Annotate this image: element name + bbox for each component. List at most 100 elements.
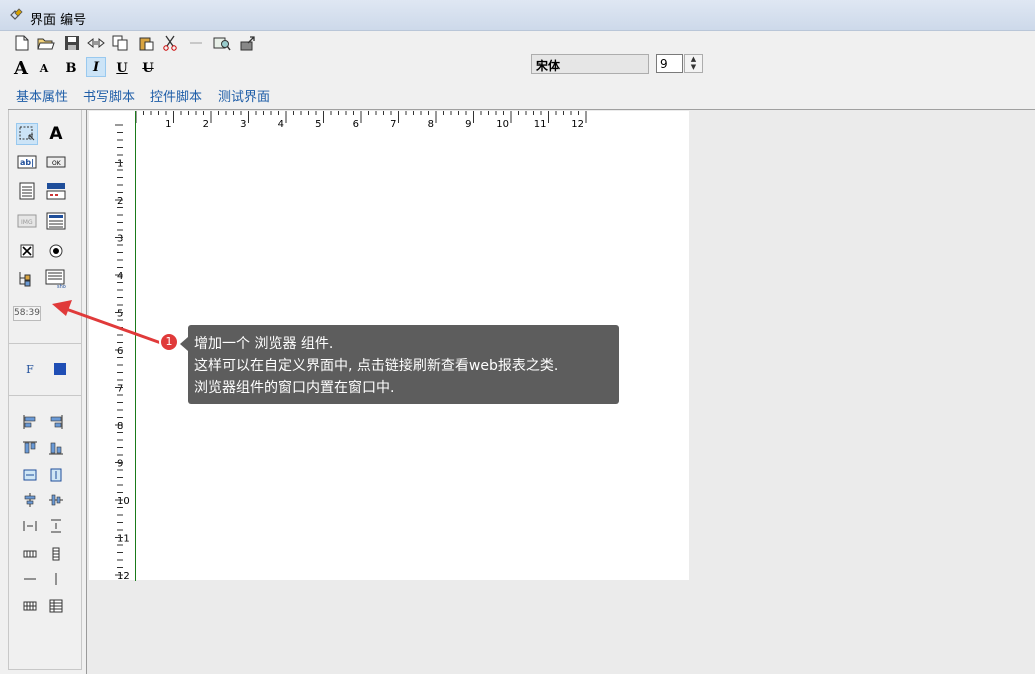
- center-vertical-icon[interactable]: [45, 489, 67, 511]
- ruler-label: 11: [534, 119, 547, 129]
- ruler-label: 7: [390, 119, 396, 129]
- svg-text:IMG: IMG: [21, 219, 33, 226]
- tab-control-script[interactable]: 控件脚本: [150, 86, 202, 105]
- find-icon[interactable]: [212, 33, 232, 53]
- align-bottom-icon[interactable]: [45, 437, 67, 459]
- vertical-ruler: 123456789101112: [115, 124, 130, 581]
- new-file-icon[interactable]: [12, 33, 32, 53]
- callout-line: 浏览器组件的窗口内置在窗口中.: [194, 380, 395, 396]
- clock-control[interactable]: 58:39: [13, 306, 41, 321]
- ruler-label: 4: [278, 119, 284, 129]
- font-family-select[interactable]: 宋体 ⌄: [531, 54, 649, 74]
- window-title: 界面 编号: [30, 13, 87, 28]
- table-icon[interactable]: [45, 595, 67, 617]
- vertical-line-icon[interactable]: [45, 568, 67, 590]
- paste-icon[interactable]: [136, 33, 156, 53]
- callout-line: 这样可以在自定义界面中, 点击链接刷新查看web报表之类.: [194, 358, 559, 374]
- row-grid-icon[interactable]: [19, 543, 41, 565]
- tab-basic-properties[interactable]: 基本属性: [16, 86, 68, 105]
- font-size-spinner[interactable]: ▲ ▼: [684, 54, 703, 73]
- tree-control-icon[interactable]: [16, 268, 38, 290]
- ruler-label: 12: [571, 119, 584, 129]
- ruler-label: 6: [353, 119, 359, 129]
- ruler-label: 10: [496, 119, 509, 129]
- spin-down-icon[interactable]: ▼: [685, 63, 702, 71]
- undo-icon[interactable]: [186, 33, 206, 53]
- button-control-icon[interactable]: OK: [45, 151, 67, 173]
- space-vertical-icon[interactable]: [45, 515, 67, 537]
- align-top-icon[interactable]: [19, 437, 41, 459]
- callout-line: 增加一个 浏览器 组件.: [194, 336, 334, 352]
- palette-divider: [8, 343, 81, 344]
- font-size-input[interactable]: 9: [656, 54, 683, 73]
- ruler-label: 7: [117, 384, 123, 395]
- svg-text:OK: OK: [52, 160, 62, 167]
- save-icon[interactable]: [62, 33, 82, 53]
- palette-divider-2: [8, 395, 81, 396]
- ruler-label: 3: [117, 234, 123, 245]
- ruler-label: 4: [117, 271, 123, 282]
- ruler-label: 2: [117, 196, 123, 207]
- increase-font-button[interactable]: A: [11, 58, 31, 79]
- listbox-control-icon[interactable]: [45, 210, 67, 232]
- ruler-label: 6: [117, 346, 123, 357]
- checkbox-control-icon[interactable]: [16, 240, 38, 262]
- decrease-font-button[interactable]: A: [34, 58, 54, 78]
- app-icon: [10, 8, 23, 20]
- text-tool-icon[interactable]: A: [45, 123, 67, 145]
- textbox-control-icon[interactable]: ab|: [16, 151, 38, 173]
- radio-control-icon[interactable]: [45, 240, 67, 262]
- ruler-label: 9: [465, 119, 471, 129]
- memo-control-icon[interactable]: [16, 180, 38, 202]
- select-tool-icon[interactable]: [16, 123, 38, 145]
- combobox-control-icon[interactable]: [45, 180, 67, 202]
- annotation-callout: 增加一个 浏览器 组件. 这样可以在自定义界面中, 点击链接刷新查看web报表之…: [180, 325, 619, 404]
- grid-table-icon[interactable]: [19, 595, 41, 617]
- preview-icon[interactable]: [86, 33, 106, 53]
- horizontal-ruler: 0123456789101112: [136, 111, 587, 129]
- ruler-label: 5: [117, 309, 123, 320]
- align-left-icon[interactable]: [19, 411, 41, 433]
- same-width-icon[interactable]: [19, 464, 41, 486]
- ruler-label: 8: [428, 119, 434, 129]
- center-horizontal-icon[interactable]: [19, 489, 41, 511]
- open-folder-icon[interactable]: [36, 33, 56, 53]
- font-color-button[interactable]: F: [19, 358, 41, 380]
- export-icon[interactable]: [238, 33, 258, 53]
- margin-guide-line: [135, 111, 136, 581]
- main-toolbar: [10, 32, 270, 56]
- bold-button[interactable]: B: [61, 58, 81, 78]
- ruler-label: 12: [117, 571, 130, 581]
- spin-up-icon[interactable]: ▲: [685, 55, 702, 63]
- cut-icon[interactable]: [160, 33, 180, 53]
- svg-text:ab|: ab|: [20, 158, 34, 167]
- strikethrough-button[interactable]: U: [138, 58, 158, 78]
- fill-color-icon[interactable]: [49, 358, 71, 380]
- title-bar: 界面 编号: [0, 0, 1035, 31]
- underline-button[interactable]: U: [112, 58, 132, 78]
- ruler-label: 10: [117, 496, 130, 507]
- column-grid-icon[interactable]: [45, 543, 67, 565]
- tab-write-script[interactable]: 书写脚本: [83, 86, 135, 105]
- ruler-label: 1: [165, 119, 171, 129]
- image-control-icon[interactable]: IMG: [16, 210, 38, 232]
- step-badge: 1: [159, 332, 179, 352]
- copy-icon[interactable]: [110, 33, 130, 53]
- ruler-label: 5: [315, 119, 321, 129]
- font-size-value: 9: [660, 57, 668, 71]
- ruler-label: 8: [117, 421, 123, 432]
- ruler-label: 1: [117, 159, 123, 170]
- svg-text:sho: sho: [57, 284, 66, 289]
- browser-control-icon[interactable]: sho: [45, 268, 67, 290]
- ruler-label: 9: [117, 459, 123, 470]
- tab-test-interface[interactable]: 测试界面: [218, 86, 270, 105]
- italic-button[interactable]: I: [86, 57, 106, 77]
- ruler-label: 3: [240, 119, 246, 129]
- ruler-label: 2: [203, 119, 209, 129]
- ruler-label: 11: [117, 534, 130, 545]
- horizontal-line-icon[interactable]: [19, 568, 41, 590]
- same-height-icon[interactable]: [45, 464, 67, 486]
- align-right-icon[interactable]: [45, 411, 67, 433]
- chevron-down-icon: ⌄: [536, 57, 545, 68]
- space-horizontal-icon[interactable]: [19, 515, 41, 537]
